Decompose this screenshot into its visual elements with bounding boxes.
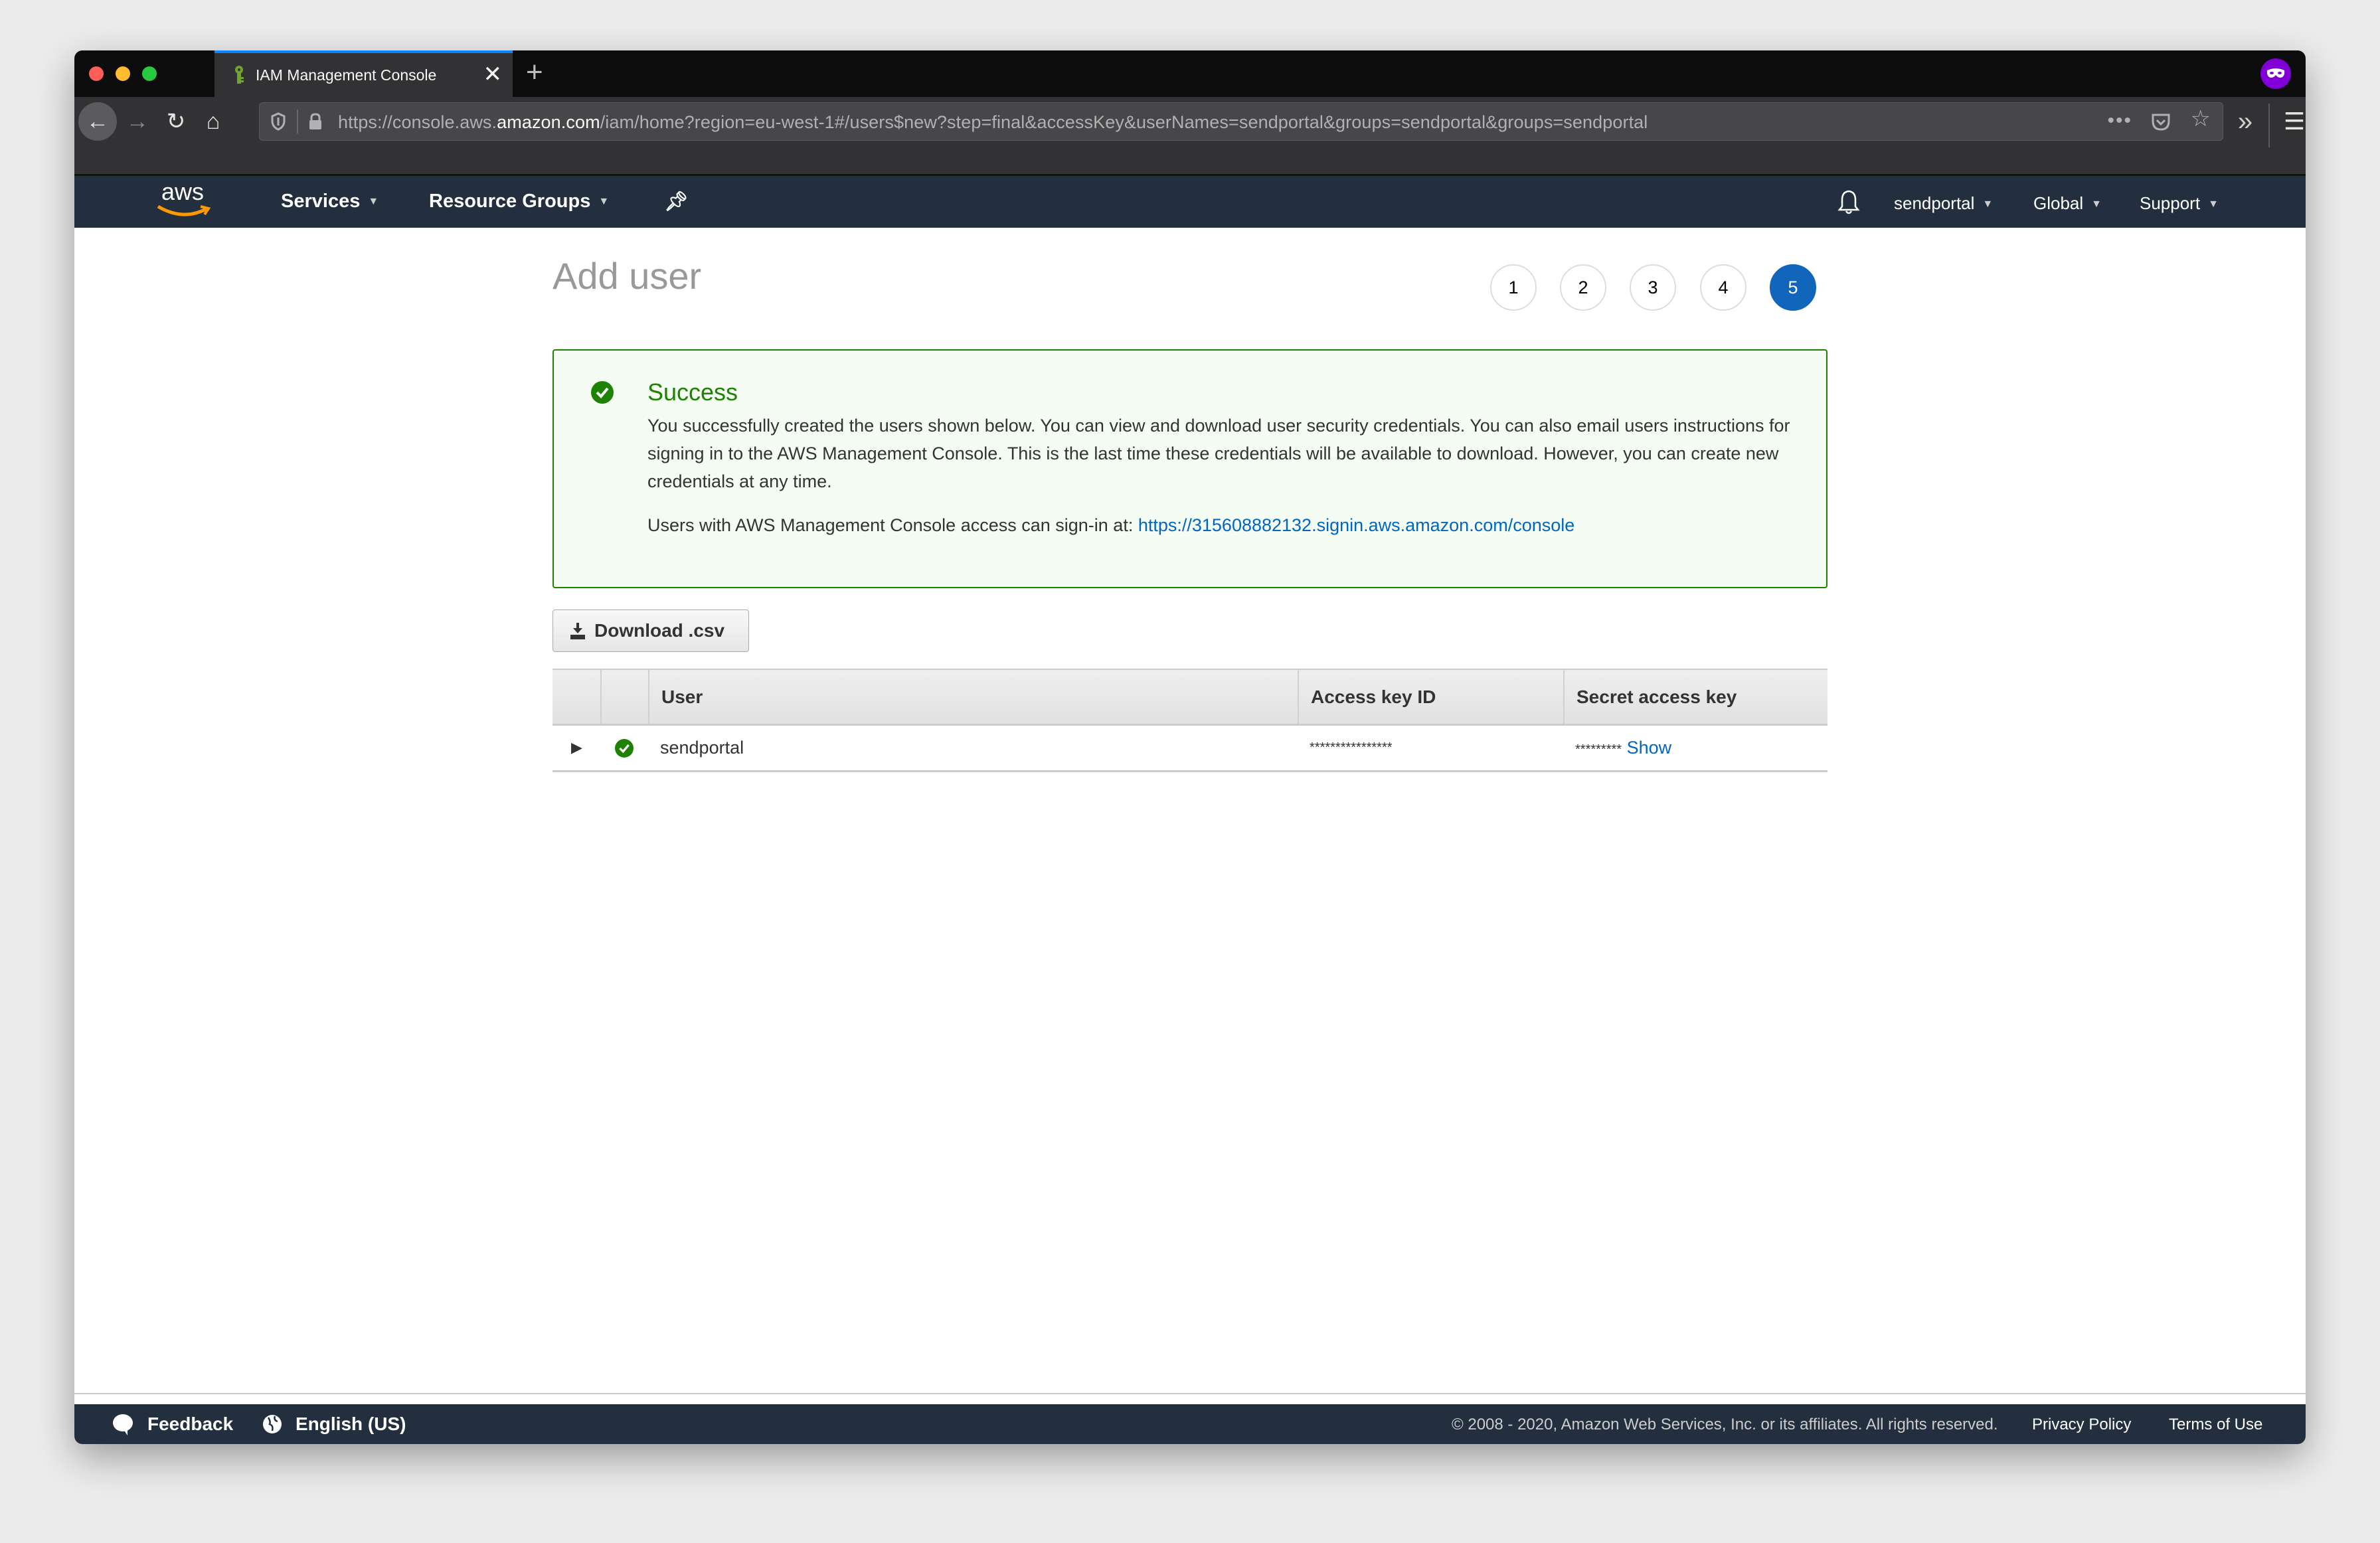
- back-button[interactable]: ←: [78, 102, 117, 141]
- shield-icon[interactable]: [270, 112, 286, 131]
- close-window-button[interactable]: [89, 66, 104, 81]
- bookmark-star-icon[interactable]: ☆: [2191, 106, 2211, 132]
- minimize-window-button[interactable]: [116, 66, 130, 81]
- pin-icon[interactable]: 📌︎: [664, 191, 689, 213]
- privacy-policy-link[interactable]: Privacy Policy: [2032, 1416, 2131, 1434]
- key-icon: [235, 66, 244, 84]
- aws-logo[interactable]: aws: [153, 180, 212, 220]
- hamburger-menu-icon[interactable]: ☰: [2275, 102, 2306, 141]
- main-content: Add user 1 2 3 4 5 Success You successfu…: [74, 228, 2306, 1444]
- tab-iam-console[interactable]: IAM Management Console ✕: [214, 50, 513, 97]
- feedback-link[interactable]: Feedback: [147, 1414, 233, 1435]
- reload-button[interactable]: ↻: [157, 102, 195, 141]
- tab-title: IAM Management Console: [256, 66, 437, 84]
- globe-icon: [263, 1415, 282, 1433]
- users-table: User Access key ID Secret access key ▶ s…: [552, 669, 1828, 772]
- footer-divider: [74, 1393, 2306, 1394]
- aws-smile-icon: [157, 204, 211, 216]
- overflow-chevrons-icon[interactable]: »: [2226, 102, 2264, 141]
- services-menu[interactable]: Services ▼: [281, 191, 379, 212]
- pocket-icon[interactable]: [2151, 112, 2171, 132]
- access-key-id-value: ****************: [1310, 740, 1393, 755]
- header-access-key-id[interactable]: Access key ID: [1298, 670, 1563, 724]
- check-circle-icon: [615, 739, 634, 758]
- step-3[interactable]: 3: [1630, 264, 1676, 311]
- header-secret-access-key[interactable]: Secret access key: [1563, 670, 1828, 724]
- lock-icon[interactable]: [307, 112, 323, 131]
- forward-button[interactable]: →: [118, 102, 157, 141]
- download-csv-button[interactable]: Download .csv: [552, 609, 749, 652]
- success-alert: Success You successfully created the use…: [552, 349, 1828, 588]
- speech-bubble-icon: [113, 1414, 133, 1435]
- private-browsing-icon: [2260, 58, 2291, 89]
- step-5-active[interactable]: 5: [1770, 264, 1816, 311]
- region-menu[interactable]: Global ▼: [2033, 193, 2102, 214]
- expand-row-icon[interactable]: ▶: [571, 726, 582, 770]
- bell-icon[interactable]: [1837, 189, 1860, 216]
- secret-key-value: *********: [1575, 742, 1622, 757]
- terms-of-use-link[interactable]: Terms of Use: [2169, 1416, 2262, 1434]
- aws-footer: Feedback English (US) © 2008 - 2020, Ama…: [74, 1404, 2306, 1444]
- chevron-down-icon: ▼: [2208, 199, 2219, 210]
- signin-line: Users with AWS Management Console access…: [647, 515, 1575, 535]
- tab-bar: IAM Management Console ✕ +: [74, 50, 2306, 97]
- new-tab-button[interactable]: +: [526, 56, 543, 89]
- resource-groups-menu[interactable]: Resource Groups ▼: [429, 191, 609, 212]
- download-icon: [570, 623, 585, 639]
- home-icon: ⌂: [206, 108, 220, 134]
- alert-heading: Success: [647, 378, 738, 406]
- chevron-down-icon: ▼: [2091, 199, 2102, 210]
- table-header: User Access key ID Secret access key: [552, 669, 1828, 726]
- signin-url-link[interactable]: https://315608882132.signin.aws.amazon.c…: [1138, 515, 1574, 535]
- url-text[interactable]: https://console.aws.amazon.com/iam/home?…: [338, 112, 1648, 133]
- secret-key-cell: ********* Show: [1575, 726, 1671, 772]
- show-secret-link[interactable]: Show: [1627, 738, 1672, 758]
- chevron-down-icon: ▼: [598, 196, 610, 208]
- copyright-text: © 2008 - 2020, Amazon Web Services, Inc.…: [1452, 1416, 1998, 1433]
- alert-body: You successfully created the users shown…: [647, 416, 1790, 491]
- page-actions-icon[interactable]: •••: [2107, 110, 2132, 132]
- url-bar[interactable]: https://console.aws.amazon.com/iam/home?…: [259, 102, 2223, 141]
- nav-toolbar: ← → ↻ ⌂ https://console.aws.amazon.com/i…: [74, 97, 2306, 174]
- chevron-down-icon: ▼: [1982, 199, 1994, 210]
- arrow-right-icon: →: [126, 108, 149, 134]
- url-divider: [297, 110, 298, 133]
- step-2[interactable]: 2: [1560, 264, 1606, 311]
- home-button[interactable]: ⌂: [194, 102, 232, 141]
- step-4[interactable]: 4: [1700, 264, 1746, 311]
- header-user[interactable]: User: [648, 670, 1298, 724]
- support-menu[interactable]: Support ▼: [2140, 193, 2219, 214]
- toolbar-divider: [2268, 104, 2270, 147]
- chevron-down-icon: ▼: [368, 196, 379, 208]
- check-circle-icon: [591, 381, 614, 404]
- maximize-window-button[interactable]: [142, 66, 157, 81]
- table-row: ▶ sendportal **************** ********* …: [552, 726, 1828, 772]
- aws-top-nav: aws Services ▼ Resource Groups ▼ 📌︎ sendpo…: [74, 174, 2306, 228]
- account-menu[interactable]: sendportal ▼: [1894, 193, 1993, 214]
- user-name: sendportal: [660, 738, 744, 758]
- arrow-left-icon: ←: [86, 108, 109, 134]
- step-1[interactable]: 1: [1490, 264, 1537, 311]
- header-expand-col: [552, 670, 600, 724]
- language-selector[interactable]: English (US): [296, 1414, 406, 1435]
- browser-window: IAM Management Console ✕ + ← → ↻ ⌂ https…: [74, 50, 2306, 1444]
- header-status-col: [600, 670, 648, 724]
- page-title: Add user: [552, 255, 702, 297]
- reload-icon: ↻: [166, 109, 186, 134]
- close-tab-icon[interactable]: ✕: [483, 61, 503, 88]
